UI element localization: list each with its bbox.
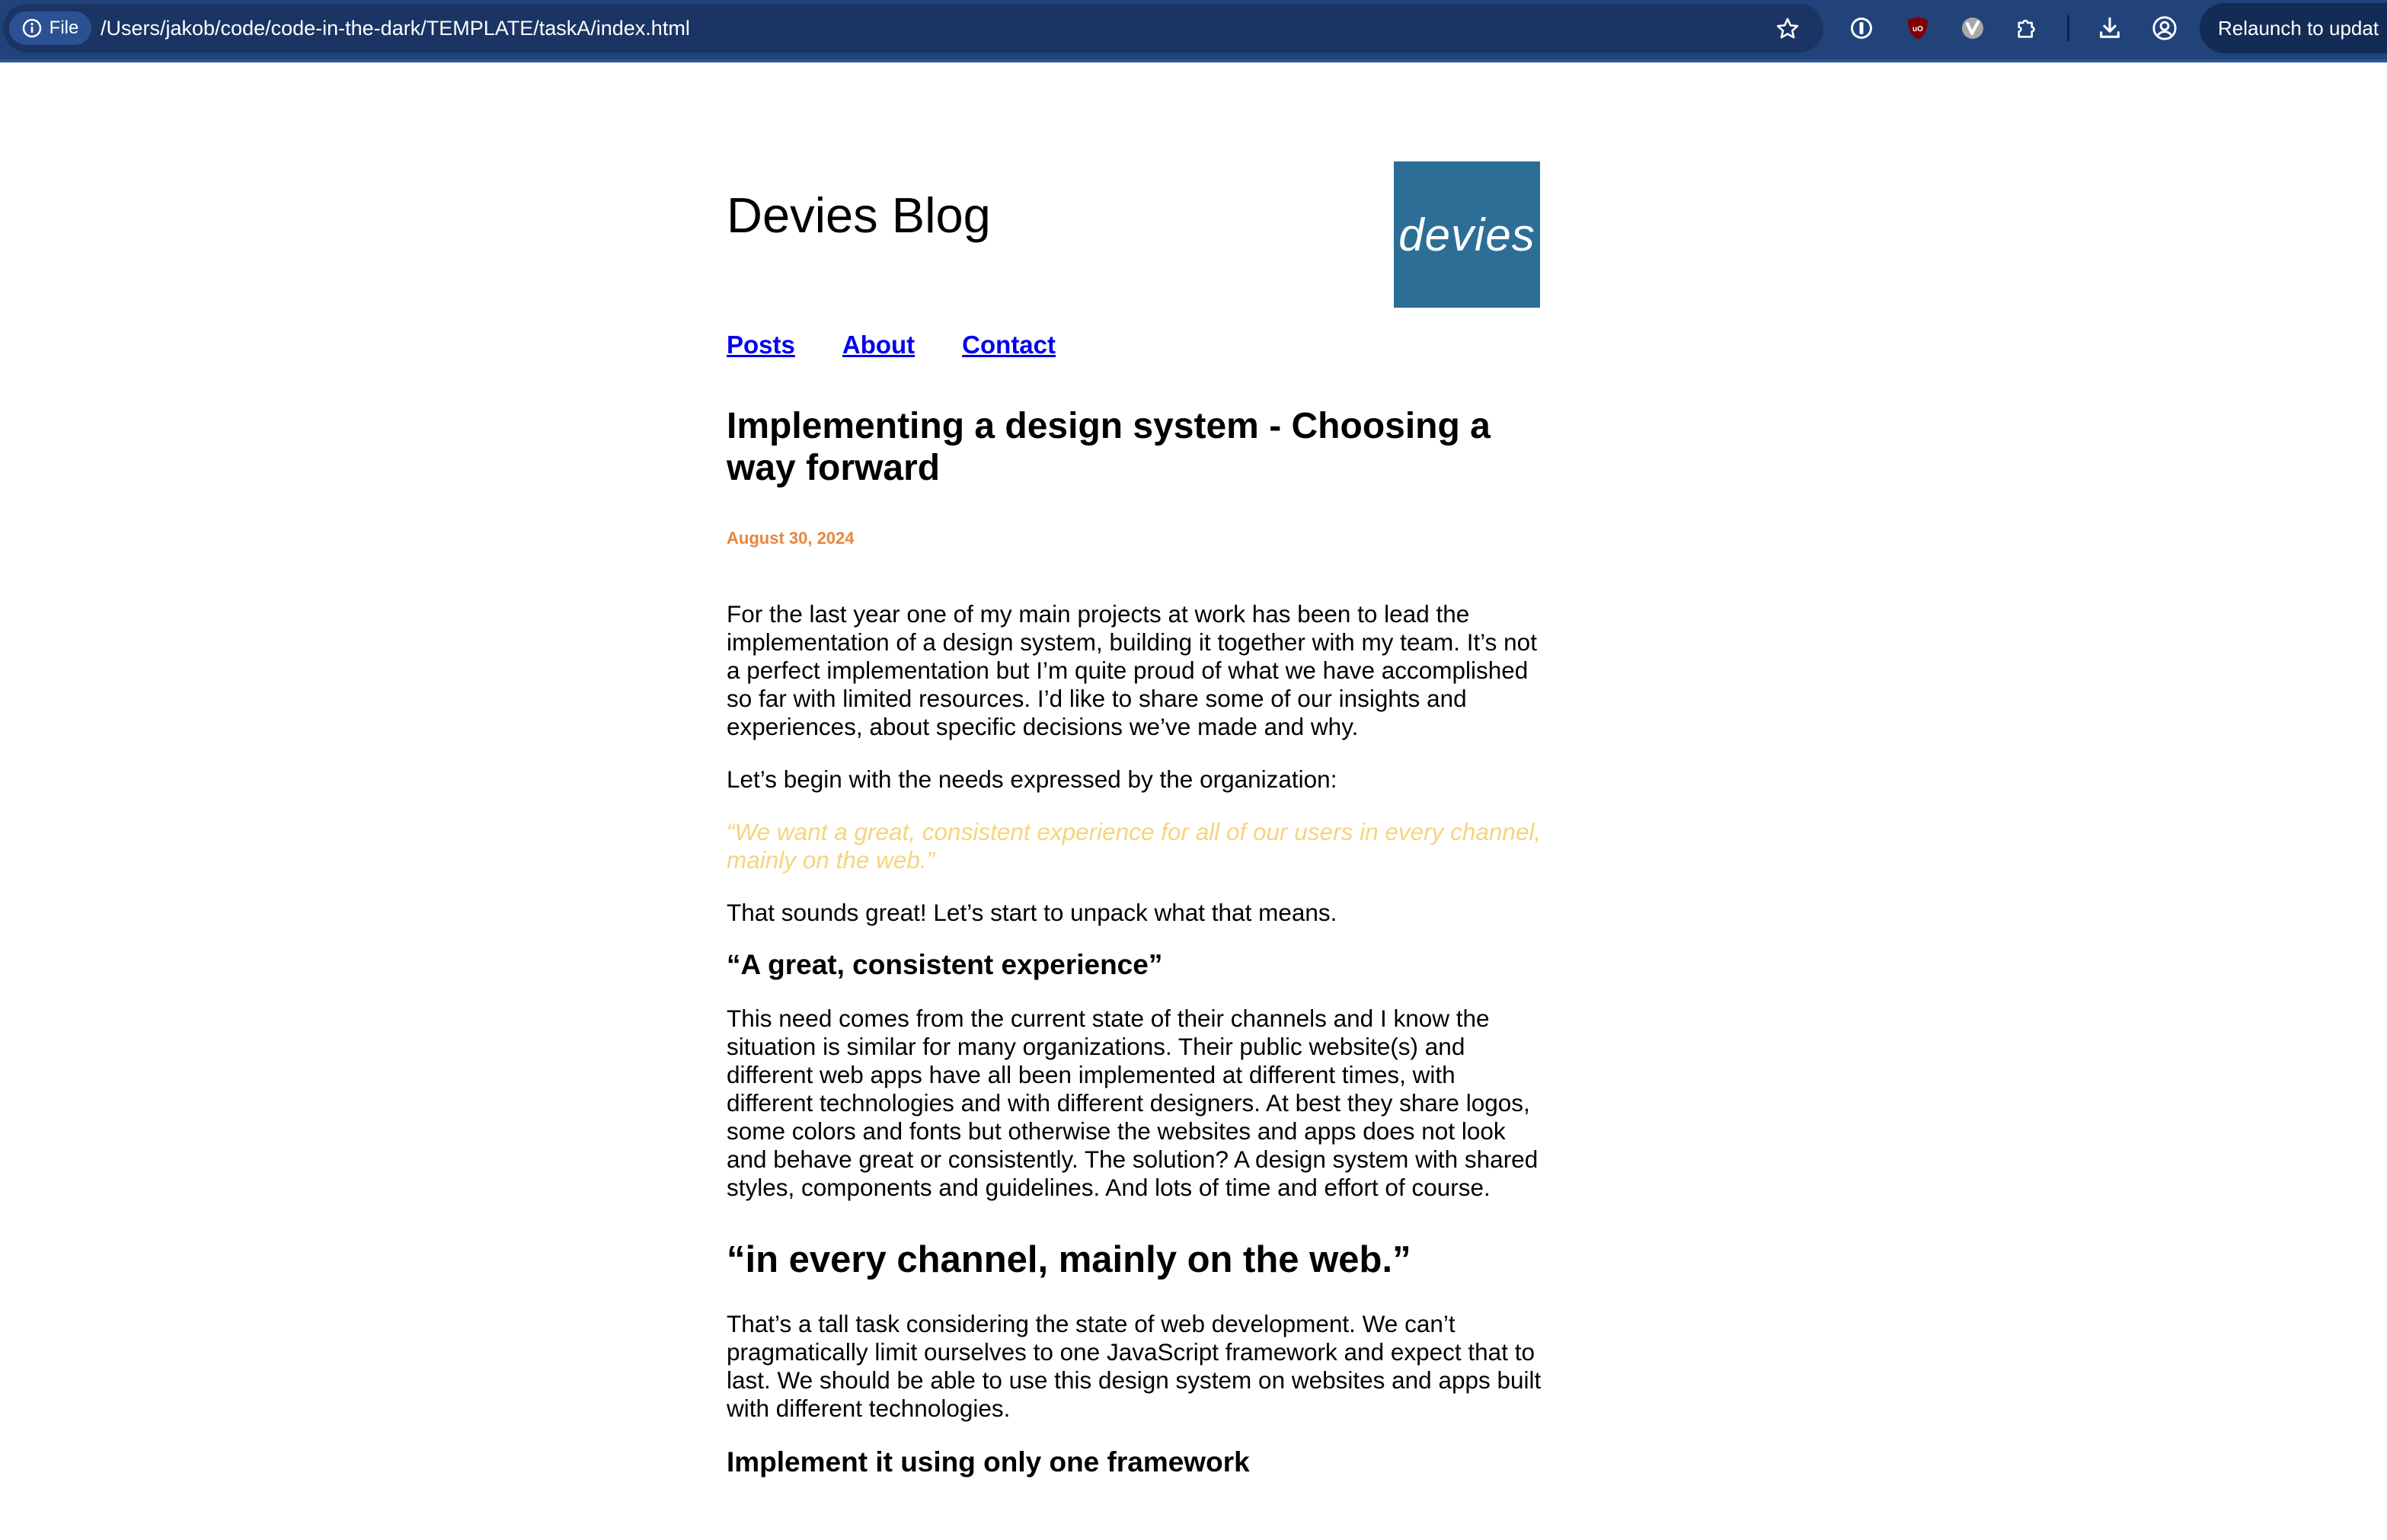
profile-icon[interactable] (2151, 14, 2178, 42)
site-info-chip[interactable]: File (9, 11, 91, 45)
main-nav: Posts About Contact (727, 331, 1056, 359)
paragraph-unpack: That sounds great! Let’s start to unpack… (727, 899, 1337, 926)
extensions-puzzle-icon[interactable] (2014, 14, 2041, 42)
url-text[interactable]: /Users/jakob/code/code-in-the-dark/TEMPL… (101, 4, 690, 53)
paragraph-intro: For the last year one of my main project… (727, 600, 1537, 740)
star-icon[interactable] (1775, 16, 1801, 46)
devies-logo: devies (1394, 161, 1540, 308)
relaunch-button[interactable]: Relaunch to updat (2200, 3, 2387, 53)
paragraph-consistent: This need comes from the current state o… (727, 1005, 1539, 1201)
nav-link-about[interactable]: About (842, 331, 915, 359)
address-bar[interactable]: File /Users/jakob/code/code-in-the-dark/… (3, 4, 1823, 53)
file-chip-label: File (49, 18, 79, 38)
post-title: Implementing a design system - Choosing … (727, 406, 1491, 488)
info-icon (22, 18, 42, 38)
svg-text:uO: uO (1912, 25, 1923, 34)
paragraph-channel: That’s a tall task considering the state… (727, 1310, 1542, 1422)
blockquote-needs: “We want a great, consistent experience … (727, 818, 1542, 874)
download-icon[interactable] (2096, 14, 2123, 42)
post-date: August 30, 2024 (727, 529, 855, 548)
ublock-icon[interactable]: uO (1904, 14, 1932, 42)
site-title: Devies Blog (727, 187, 991, 243)
heading-consistent-experience: “A great, consistent experience” (727, 949, 1163, 980)
password-manager-icon[interactable] (1848, 14, 1875, 42)
paragraph-needs: Let’s begin with the needs expressed by … (727, 765, 1337, 793)
nav-link-posts[interactable]: Posts (727, 331, 795, 359)
toolbar-separator (2067, 15, 2069, 41)
heading-one-framework: Implement it using only one framework (727, 1446, 1250, 1478)
browser-toolbar: File /Users/jakob/code/code-in-the-dark/… (0, 0, 2387, 62)
heading-every-channel: “in every channel, mainly on the web.” (727, 1239, 1411, 1280)
nav-link-contact[interactable]: Contact (962, 331, 1056, 359)
post-body: For the last year one of my main project… (727, 600, 1542, 1502)
vivaldi-extension-icon[interactable] (1959, 14, 1986, 42)
